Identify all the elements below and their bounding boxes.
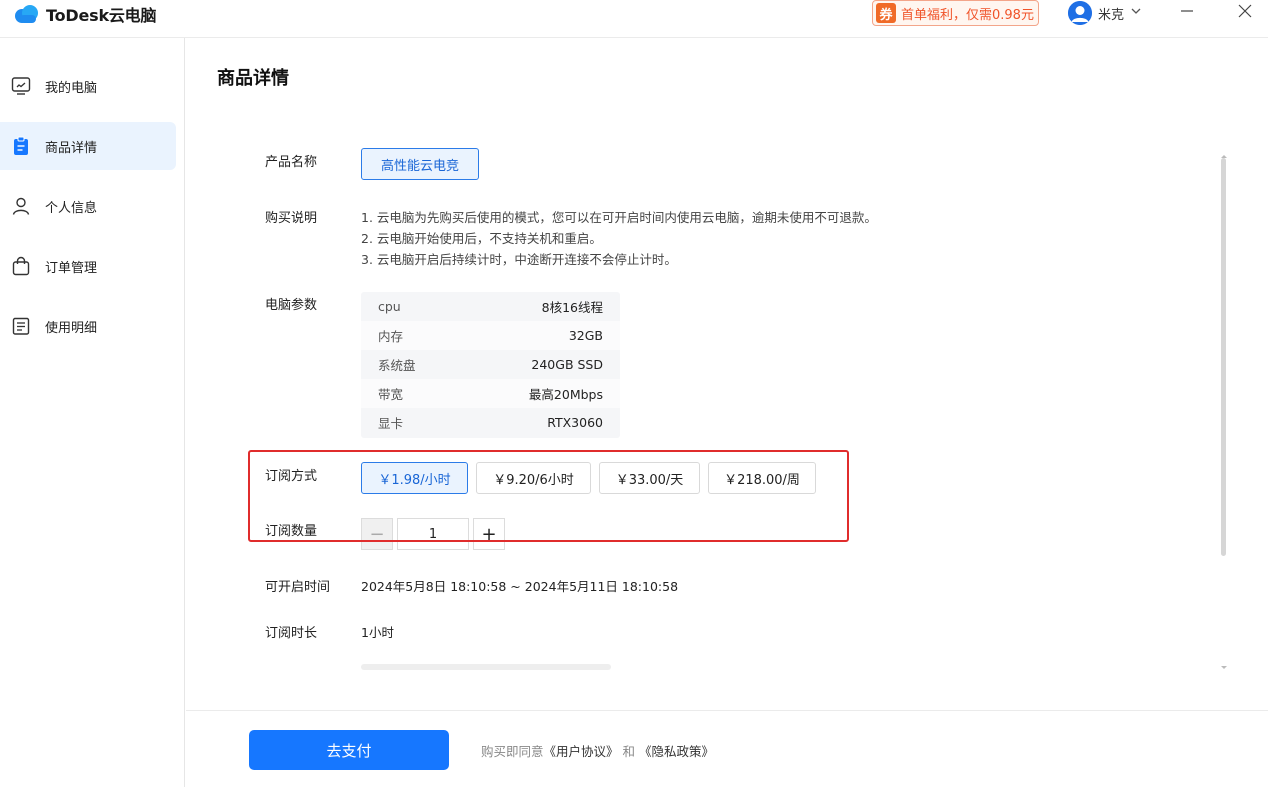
agree-prefix: 购买即同意 xyxy=(481,744,544,759)
sidebar-item-usage[interactable]: 使用明细 xyxy=(0,302,176,350)
scrollbar[interactable] xyxy=(1220,148,1228,669)
spec-row: 带宽 最高20Mbps xyxy=(361,379,620,408)
title-bar: ToDesk云电脑 券 首单福利，仅需0.98元 米克 xyxy=(0,0,1268,38)
sidebar-item-label: 个人信息 xyxy=(45,200,98,216)
promo-text: 首单福利，仅需0.98元 xyxy=(901,7,1034,23)
purchase-desc-line: 3. 云电脑开启后持续计时，中途断开连接不会停止计时。 xyxy=(361,252,677,267)
sidebar: 我的电脑 商品详情 个人信息 订单管理 使用明细 xyxy=(0,38,185,787)
user-icon xyxy=(11,196,31,216)
close-icon xyxy=(1238,4,1252,22)
spec-key: cpu xyxy=(378,299,401,314)
app-logo: ToDesk云电脑 xyxy=(14,4,157,25)
monitor-icon xyxy=(11,76,31,96)
spec-key: 带宽 xyxy=(378,387,404,402)
duration-label: 订阅时长 xyxy=(265,626,318,641)
app-name: ToDesk云电脑 xyxy=(46,6,157,25)
spec-key: 系统盘 xyxy=(378,358,416,373)
subscription-option-weekly[interactable]: ￥218.00/周 xyxy=(708,462,816,494)
product-name-chip[interactable]: 高性能云电竞 xyxy=(361,148,479,180)
purchase-desc-line: 1. 云电脑为先购买后使用的模式，您可以在可开启时间内使用云电脑，逾期未使用不可… xyxy=(361,210,877,225)
subscription-option-hourly[interactable]: ￥1.98/小时 xyxy=(361,462,468,494)
scrollbar-thumb[interactable] xyxy=(1221,158,1226,556)
subscription-option-6hours[interactable]: ￥9.20/6小时 xyxy=(476,462,591,494)
spec-value: 32GB xyxy=(568,328,603,343)
chevron-down-icon xyxy=(1130,5,1142,21)
open-time-value: 2024年5月8日 18:10:58 ~ 2024年5月11日 18:10:58 xyxy=(361,579,679,594)
spec-row: 系统盘 240GB SSD xyxy=(361,350,620,379)
sidebar-item-my-computer[interactable]: 我的电脑 xyxy=(0,62,176,110)
sidebar-item-label: 订单管理 xyxy=(45,260,98,276)
purchase-desc-label: 购买说明 xyxy=(265,211,318,226)
avatar-icon xyxy=(1068,1,1092,25)
receipt-icon xyxy=(11,316,31,336)
spec-row: cpu 8核16线程 xyxy=(361,292,620,321)
open-time-label: 可开启时间 xyxy=(265,580,331,595)
spec-value: 最高20Mbps xyxy=(528,387,603,402)
spec-value: 8核16线程 xyxy=(541,300,603,315)
promo-banner[interactable]: 券 首单福利，仅需0.98元 xyxy=(872,0,1039,26)
sidebar-item-personal-info[interactable]: 个人信息 xyxy=(0,182,176,230)
duration-value: 1小时 xyxy=(361,625,394,640)
subscription-label: 订阅方式 xyxy=(265,469,318,484)
spec-row: 显卡 RTX3060 xyxy=(361,408,620,437)
sidebar-item-label: 我的电脑 xyxy=(45,80,98,96)
quantity-label: 订阅数量 xyxy=(265,524,318,539)
agreement-text: 购买即同意《用户协议》 和 《隐私政策》 xyxy=(481,741,714,760)
pay-button[interactable]: 去支付 xyxy=(249,730,449,770)
clipboard-icon xyxy=(11,136,31,156)
user-menu[interactable]: 米克 xyxy=(1068,0,1142,26)
minimize-icon xyxy=(1180,4,1194,22)
spec-value: 240GB SSD xyxy=(531,357,603,372)
spec-table: cpu 8核16线程 内存 32GB 系统盘 240GB SSD 带宽 最高20… xyxy=(361,292,620,438)
privacy-policy-link[interactable]: 《隐私政策》 xyxy=(639,744,714,759)
spec-row: 内存 32GB xyxy=(361,321,620,350)
spec-value: RTX3060 xyxy=(547,415,603,430)
subscription-option-daily[interactable]: ￥33.00/天 xyxy=(599,462,700,494)
scroll-down-icon xyxy=(1220,660,1228,675)
user-agreement-link[interactable]: 《用户协议》 xyxy=(544,744,619,759)
partial-element xyxy=(361,664,611,670)
bag-icon xyxy=(11,256,31,276)
sidebar-item-product-details[interactable]: 商品详情 xyxy=(0,122,176,170)
params-label: 电脑参数 xyxy=(265,298,318,313)
product-name-label: 产品名称 xyxy=(265,155,318,170)
purchase-desc-line: 2. 云电脑开始使用后，不支持关机和重启。 xyxy=(361,231,602,246)
sidebar-item-label: 商品详情 xyxy=(45,140,98,156)
agree-and: 和 xyxy=(622,744,636,759)
spec-key: 内存 xyxy=(378,329,404,344)
spec-key: 显卡 xyxy=(378,416,404,431)
sidebar-item-orders[interactable]: 订单管理 xyxy=(0,242,176,290)
quantity-minus-button[interactable]: − xyxy=(361,518,393,550)
user-name: 米克 xyxy=(1098,7,1125,23)
coupon-badge: 券 xyxy=(876,3,896,23)
quantity-input[interactable] xyxy=(397,518,469,550)
quantity-plus-button[interactable]: + xyxy=(473,518,505,550)
page-title: 商品详情 xyxy=(217,68,289,89)
close-button[interactable] xyxy=(1230,0,1260,26)
sidebar-item-label: 使用明细 xyxy=(45,320,98,336)
cloud-logo-icon xyxy=(14,4,40,24)
minimize-button[interactable] xyxy=(1172,0,1202,26)
